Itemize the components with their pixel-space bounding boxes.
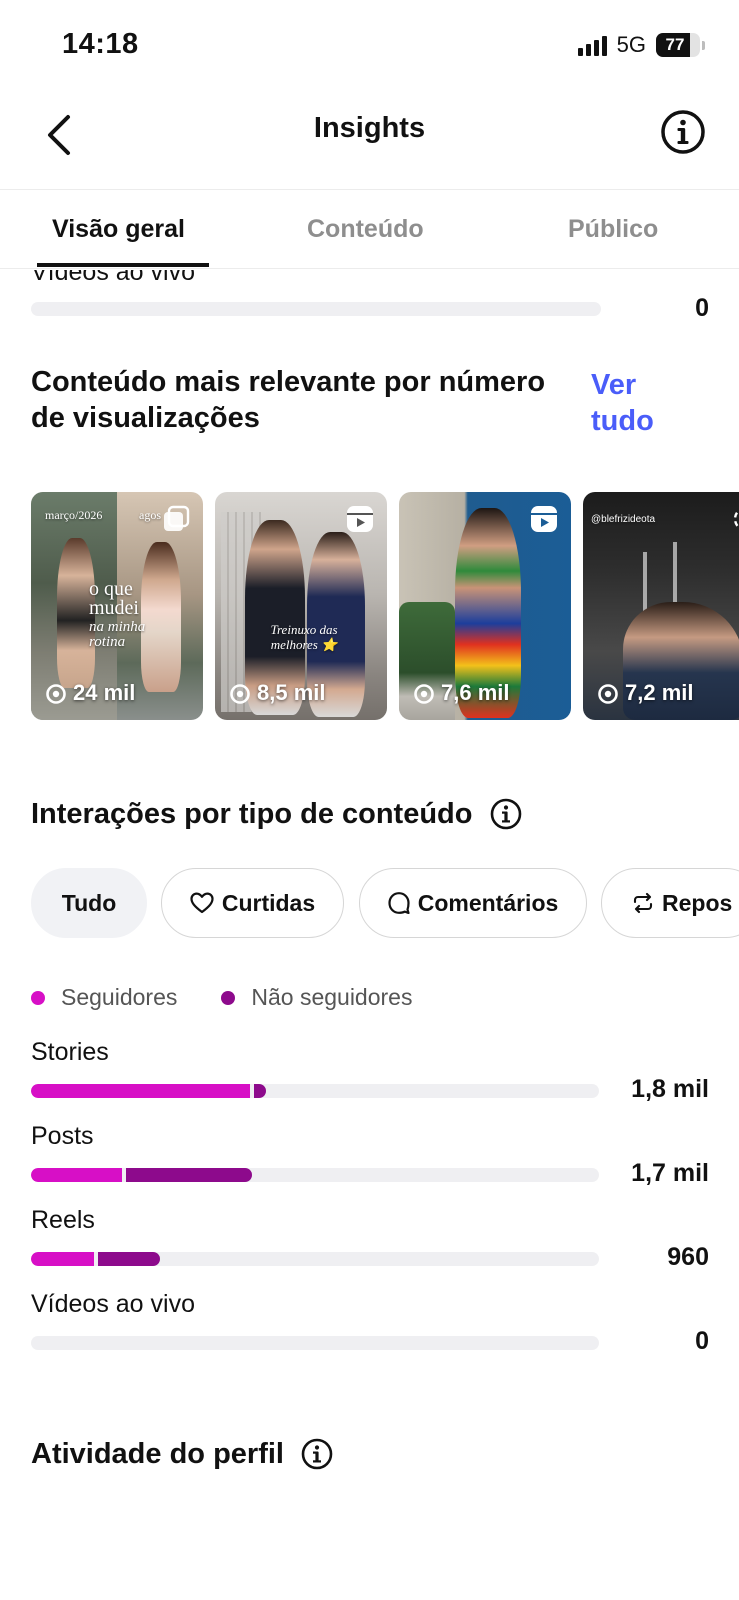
legend-dot-non-followers (221, 990, 236, 1005)
bar-segment-followers (31, 1084, 251, 1098)
row-label-live: Vídeos ao vivo (31, 1290, 195, 1318)
bar-live (31, 1336, 599, 1350)
legend-label: Seguidores (61, 984, 178, 1010)
info-button[interactable] (659, 108, 707, 156)
chip-all[interactable]: Tudo (31, 868, 147, 938)
row-label-stories: Stories (31, 1038, 109, 1066)
content-thumbnail[interactable]: 7,6 mil (399, 492, 571, 720)
tab-content[interactable]: Conteúdo (307, 215, 424, 244)
bar-posts (31, 1168, 599, 1182)
reel-icon (347, 506, 373, 532)
reel-icon (733, 509, 739, 529)
chip-label: Repos (662, 889, 733, 916)
bar-stories (31, 1084, 599, 1098)
battery-level: 77 (665, 35, 685, 54)
thumbnail-views: 7,6 mil (413, 680, 509, 706)
bar-segment-non-followers (97, 1252, 161, 1266)
tab-audience[interactable]: Público (568, 215, 658, 244)
bar-segment-followers (31, 1168, 123, 1182)
tab-bar: Visão geral Conteúdo Público (0, 191, 739, 269)
views-count: 7,6 mil (441, 680, 510, 705)
see-all-link[interactable]: Ver tudo (591, 367, 681, 439)
chip-label: Comentários (417, 889, 559, 916)
battery-nub (702, 40, 705, 50)
row-value-reels: 960 (667, 1243, 709, 1271)
top-content-carousel[interactable]: março/2026 agos o que mudei na minha rot… (31, 492, 739, 722)
comment-icon (388, 892, 410, 914)
insights-content[interactable]: Vídeos ao vivo 0 Conteúdo mais relevante… (0, 270, 739, 1600)
views-count: 8,5 mil (257, 680, 326, 705)
legend-non-followers: Não seguidores (221, 984, 412, 1011)
heart-icon (190, 892, 214, 914)
chip-comments[interactable]: Comentários (359, 868, 587, 938)
battery-icon: 77 (656, 33, 700, 57)
live-videos-label-top: Vídeos ao vivo (31, 270, 195, 286)
page-title: Insights (313, 112, 426, 144)
status-indicators: 5G 77 (577, 32, 705, 58)
eye-icon (46, 684, 66, 704)
thumbnail-caption-subtitle: na minha rotina (89, 619, 146, 650)
views-count: 24 mil (73, 680, 136, 705)
thumbnail-caption-date-2: agos (139, 508, 161, 522)
thumbnail-views: 8,5 mil (229, 680, 325, 706)
bar-segment-non-followers (254, 1084, 266, 1098)
row-label-reels: Reels (31, 1206, 95, 1234)
chip-label: Curtidas (221, 889, 316, 916)
status-bar: 14:18 5G 77 (0, 0, 739, 90)
signal-icon (577, 34, 607, 56)
carousel-icon (164, 505, 190, 531)
chart-legend: Seguidores Não seguidores (31, 984, 456, 1011)
legend-dot-followers (31, 990, 45, 1005)
top-content-title: Conteúdo mais relevante por número de vi… (31, 366, 546, 434)
reel-icon (531, 506, 557, 532)
info-circle-icon[interactable] (489, 797, 523, 831)
row-value-live: 0 (695, 1327, 709, 1355)
info-circle-icon (661, 110, 705, 154)
content-thumbnail[interactable]: Treinuxo das melhores ⭐ 8,5 mil (215, 492, 387, 720)
eye-icon (414, 684, 434, 704)
tab-overview[interactable]: Visão geral (52, 215, 185, 244)
thumbnail-caption-handle: @blefrizideota (591, 514, 656, 525)
thumbnail-caption-title: Treinuxo das melhores ⭐ (270, 622, 338, 652)
profile-activity-header: Atividade do perfil (31, 1436, 334, 1472)
profile-activity-title: Atividade do perfil (31, 1438, 284, 1470)
interactions-header: Interações por tipo de conteúdo (31, 796, 523, 832)
content-thumbnail[interactable]: março/2026 agos o que mudei na minha rot… (31, 492, 203, 720)
bar-segment-followers (31, 1252, 94, 1266)
legend-followers: Seguidores (31, 984, 177, 1011)
info-circle-icon[interactable] (300, 1437, 334, 1471)
row-value-posts: 1,7 mil (631, 1159, 709, 1187)
chip-reposts[interactable]: Repos (601, 868, 739, 938)
repost-icon (633, 892, 653, 914)
eye-icon (230, 684, 250, 704)
network-type: 5G (616, 32, 646, 57)
thumbnail-caption-date: março/2026 (45, 508, 103, 522)
legend-label: Não seguidores (251, 984, 413, 1010)
live-videos-value-top: 0 (695, 294, 709, 322)
row-label-posts: Posts (31, 1122, 94, 1150)
status-time: 14:18 (62, 28, 139, 60)
bar-reels (31, 1252, 599, 1266)
row-value-stories: 1,8 mil (631, 1075, 709, 1103)
chip-label: Tudo (61, 889, 117, 916)
thumbnail-caption-title: o que mudei (89, 578, 139, 619)
header: Insights (0, 90, 739, 190)
thumbnail-views: 24 mil (45, 680, 135, 706)
views-count: 7,2 mil (625, 680, 694, 705)
interactions-title: Interações por tipo de conteúdo (31, 798, 473, 830)
content-thumbnail[interactable]: @blefrizideota 7,2 mil (583, 492, 739, 720)
eye-icon (598, 684, 618, 704)
thumbnail-views: 7,2 mil (597, 680, 693, 706)
live-videos-bar-top (31, 302, 601, 316)
bar-segment-non-followers (126, 1168, 252, 1182)
chip-likes[interactable]: Curtidas (161, 868, 344, 938)
active-tab-indicator (37, 263, 209, 267)
filter-chips: Tudo Curtidas Comentários Repos (31, 868, 739, 940)
